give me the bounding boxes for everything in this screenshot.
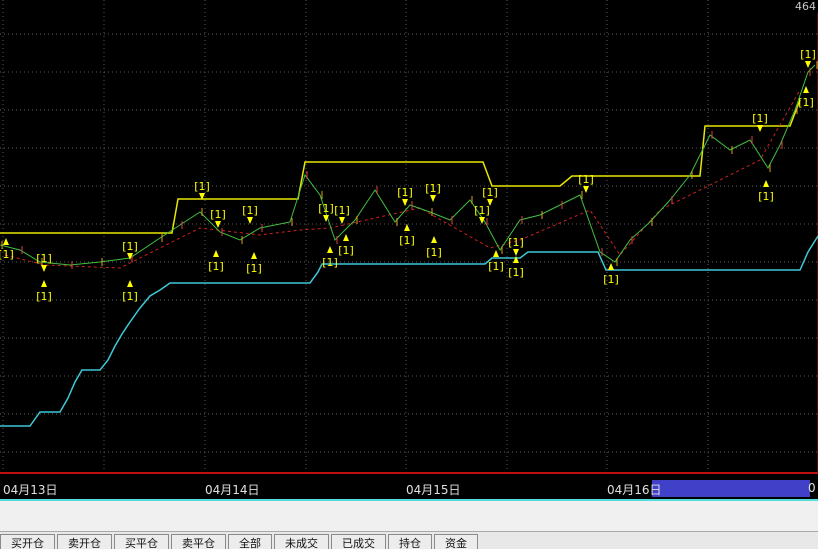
arrow-down-icon <box>402 199 408 206</box>
arrow-down-icon <box>41 265 47 272</box>
trade-signal-24: [1] <box>603 263 619 286</box>
arrow-down-icon <box>247 217 253 224</box>
signal-label-16: [1] <box>425 182 441 195</box>
arrow-up-icon <box>3 238 9 245</box>
signal-label-23: [1] <box>578 173 594 186</box>
signal-label-22: [1] <box>508 266 524 279</box>
signal-label-28: [1] <box>798 96 814 109</box>
signal-label-15: [1] <box>399 234 415 247</box>
trade-signal-26: [1] <box>758 180 774 203</box>
signal-label-6: [1] <box>210 208 226 221</box>
chart-area[interactable]: [1] [1] [1] [1] [1] [1] [1] [1] [1] [1] [1] [1] [1] [… <box>0 0 818 547</box>
trade-signal-7: [1] <box>208 250 224 273</box>
arrow-up-icon <box>41 280 47 287</box>
horizontal-scrollbar[interactable] <box>0 501 818 532</box>
signal-label-3: [1] <box>122 240 138 253</box>
signal-label-11: [1] <box>322 256 338 269</box>
signal-label-8: [1] <box>242 204 258 217</box>
arrow-up-icon <box>251 252 257 259</box>
arrow-up-icon <box>327 246 333 253</box>
trade-signal-11: [1] <box>322 246 338 269</box>
trade-signal-23: [1] <box>578 173 594 193</box>
signal-label-2: [1] <box>36 290 52 303</box>
trade-signal-28: [1] <box>798 86 814 109</box>
arrow-down-icon <box>339 217 345 224</box>
arrow-up-icon <box>127 280 133 287</box>
trade-signal-15: [1] <box>399 224 415 247</box>
trade-signal-3: [1] <box>122 240 138 260</box>
signal-label-9: [1] <box>246 262 262 275</box>
price-axis-label: 464 <box>793 0 818 13</box>
trade-signal-13: [1] <box>338 234 354 257</box>
signal-label-27: [1] <box>800 48 816 61</box>
trade-signal-2: [1] <box>36 280 52 303</box>
signal-label-0: [1] <box>0 248 14 261</box>
arrow-up-icon <box>213 250 219 257</box>
signal-label-12: [1] <box>334 204 350 217</box>
lower-channel-line <box>0 235 818 427</box>
signal-label-7: [1] <box>208 260 224 273</box>
trade-signal-25: [1] <box>752 112 768 132</box>
arrow-down-icon <box>513 249 519 256</box>
signal-label-1: [1] <box>36 252 52 265</box>
date-highlight <box>652 480 810 497</box>
arrow-up-icon <box>513 256 519 263</box>
signal-label-21: [1] <box>508 236 524 249</box>
price-chart[interactable]: [1] [1] [1] [1] [1] [1] [1] [1] [1] [1] [1] [1] [1] [… <box>0 0 818 499</box>
trade-signal-21: [1] <box>508 236 524 256</box>
arrow-down-icon <box>583 186 589 193</box>
signal-label-26: [1] <box>758 190 774 203</box>
trade-signal-1: [1] <box>36 252 52 272</box>
signal-label-17: [1] <box>426 246 442 259</box>
trade-signal-5: [1] <box>194 180 210 200</box>
signal-label-19: [1] <box>482 186 498 199</box>
date-label-1: 04月13日 <box>3 483 58 497</box>
signal-label-14: [1] <box>397 186 413 199</box>
signal-label-24: [1] <box>603 273 619 286</box>
arrow-down-icon <box>805 61 811 68</box>
trade-signal-4: [1] <box>122 280 138 303</box>
arrow-up-icon <box>431 236 437 243</box>
arrow-down-icon <box>430 195 436 202</box>
date-label-4: 04月16日 <box>607 483 662 497</box>
trade-signal-20: [1] <box>488 250 504 273</box>
signal-label-13: [1] <box>338 244 354 257</box>
trade-signal-10: [1] <box>318 202 334 222</box>
signal-label-10: [1] <box>318 202 334 215</box>
date-label-right-edge: 0 <box>808 481 816 495</box>
upper-channel-line <box>0 99 801 234</box>
trade-signal-17: [1] <box>426 236 442 259</box>
trade-signal-22: [1] <box>508 256 524 279</box>
signal-label-4: [1] <box>122 290 138 303</box>
trade-signal-19: [1] <box>482 186 498 206</box>
arrow-up-icon <box>763 180 769 187</box>
trade-signal-16: [1] <box>425 182 441 202</box>
trade-signal-27: [1] <box>800 48 816 68</box>
arrow-up-icon <box>343 234 349 241</box>
trade-signal-9: [1] <box>246 252 262 275</box>
arrow-up-icon <box>803 86 809 93</box>
trade-signal-8: [1] <box>242 204 258 224</box>
trade-signal-14: [1] <box>397 186 413 206</box>
signal-label-25: [1] <box>752 112 768 125</box>
arrow-down-icon <box>757 125 763 132</box>
bottom-panel: 买开仓 卖开仓 买平仓 卖平仓 全部 未成交 已成交 持仓 资金 <box>0 499 818 549</box>
date-label-3: 04月15日 <box>406 483 461 497</box>
signal-label-18: [1] <box>474 204 490 217</box>
arrow-up-icon <box>493 250 499 257</box>
arrow-up-icon <box>404 224 410 231</box>
trade-signal-12: [1] <box>334 204 350 224</box>
signal-label-5: [1] <box>194 180 210 193</box>
date-label-2: 04月14日 <box>205 483 260 497</box>
arrow-up-icon <box>608 263 614 270</box>
signal-label-20: [1] <box>488 260 504 273</box>
